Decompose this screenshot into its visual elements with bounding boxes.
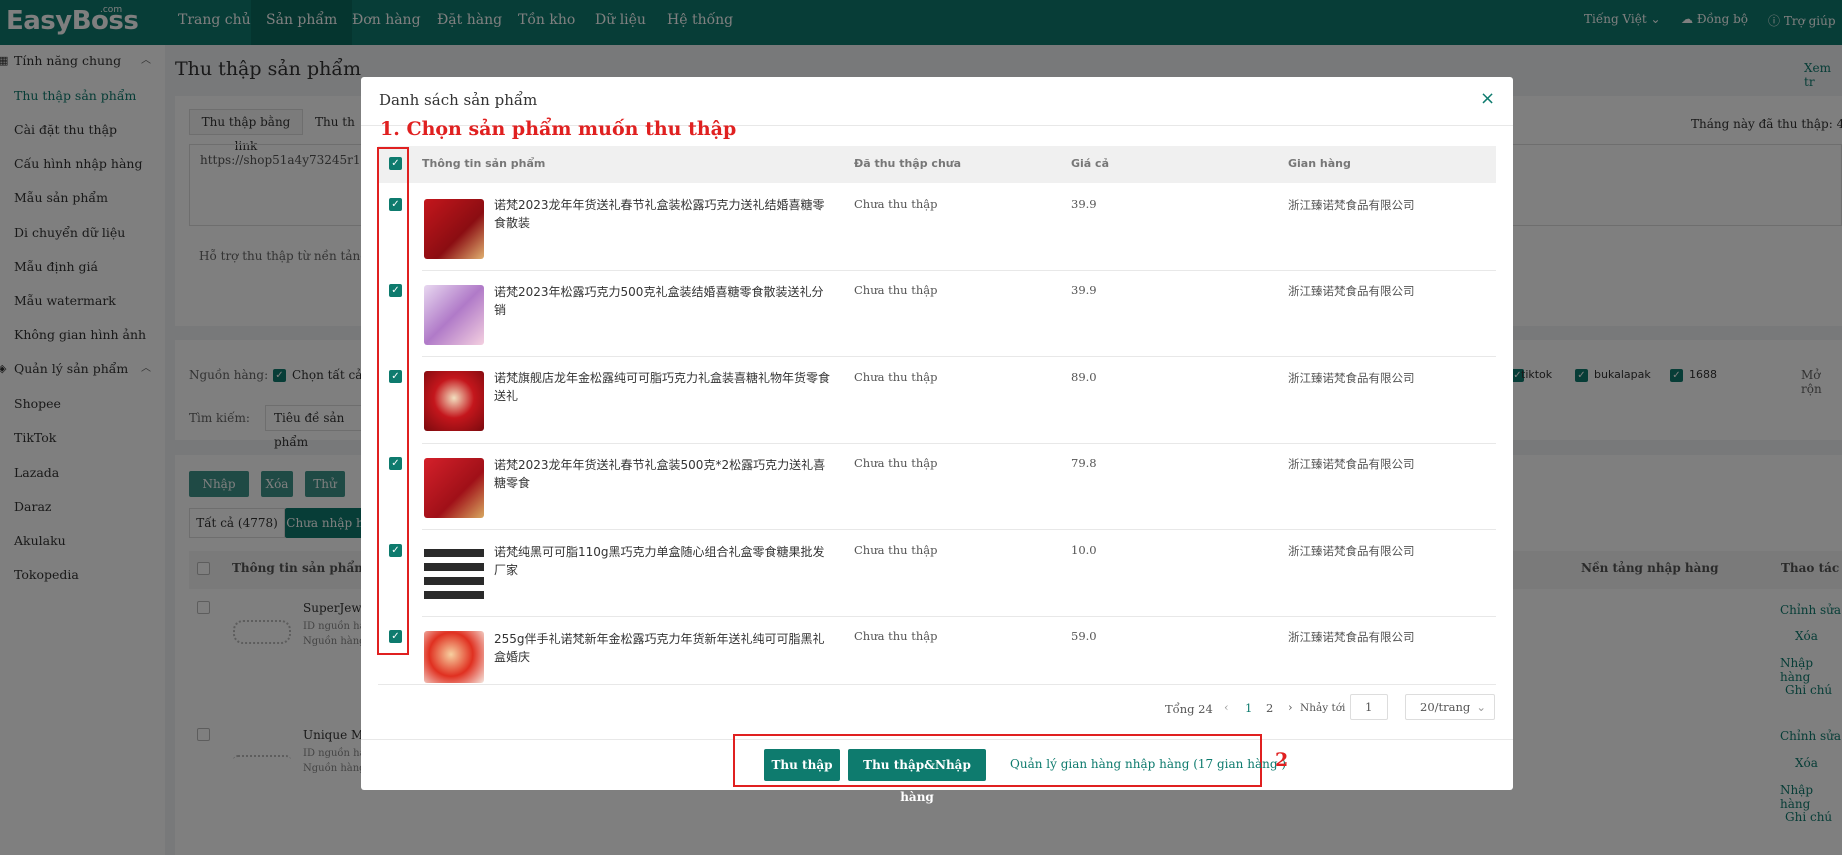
shop-name: 浙江臻诺梵食品有限公司 xyxy=(1288,544,1415,558)
annotation-step2: 2 xyxy=(1275,749,1289,771)
row-checkbox[interactable]: ✓ xyxy=(389,198,402,211)
shop-name: 浙江臻诺梵食品有限公司 xyxy=(1288,457,1415,471)
product-name[interactable]: 诺梵旗舰店龙年金松露纯可可脂巧克力礼盒装喜糖礼物年货零食送礼 xyxy=(494,369,834,405)
row-divider xyxy=(422,443,1496,444)
product-name[interactable]: 诺梵2023年松露巧克力500克礼盒装结婚喜糖零食散装送礼分销 xyxy=(494,283,834,319)
collected-status: Chưa thu thập xyxy=(854,197,938,211)
row-divider xyxy=(422,270,1496,271)
product-thumbnail xyxy=(424,631,484,683)
chevron-down-icon: ⌄ xyxy=(1476,700,1486,714)
product-thumbnail xyxy=(424,285,484,345)
chevron-right-icon[interactable]: › xyxy=(1288,700,1293,714)
col-shop: Gian hàng xyxy=(1288,157,1351,170)
collect-import-button[interactable]: Thu thập&Nhập hàng xyxy=(848,749,986,804)
product-name[interactable]: 诺梵2023龙年年货送礼春节礼盒装500克*2松露巧克力送礼喜糖零食 xyxy=(494,456,834,492)
page-2[interactable]: 2 xyxy=(1266,701,1273,715)
page-size-value: 20/trang xyxy=(1420,700,1471,714)
collected-status: Chưa thu thập xyxy=(854,370,938,384)
shop-name: 浙江臻诺梵食品有限公司 xyxy=(1288,371,1415,385)
annotation-step1: 1. Chọn sản phẩm muốn thu thập xyxy=(380,118,737,140)
row-divider xyxy=(422,529,1496,530)
collected-status: Chưa thu thập xyxy=(854,283,938,297)
close-icon[interactable]: × xyxy=(1480,88,1495,109)
chevron-left-icon[interactable]: ‹ xyxy=(1224,700,1229,714)
collected-status: Chưa thu thập xyxy=(854,543,938,557)
row-divider xyxy=(422,356,1496,357)
product-thumbnail xyxy=(424,199,484,259)
product-thumbnail xyxy=(424,371,484,431)
shop-name: 浙江臻诺梵食品有限公司 xyxy=(1288,284,1415,298)
page-size-select[interactable]: 20/trang ⌄ xyxy=(1405,694,1495,720)
collected-status: Chưa thu thập xyxy=(854,629,938,643)
modal-title: Danh sách sản phẩm xyxy=(379,91,538,109)
product-price: 10.0 xyxy=(1071,543,1097,557)
product-price: 89.0 xyxy=(1071,370,1097,384)
col-price: Giá cả xyxy=(1071,157,1109,170)
table-bottom-divider xyxy=(378,684,1496,685)
row-checkbox[interactable]: ✓ xyxy=(389,284,402,297)
annotation-box-checkboxes xyxy=(377,147,409,655)
product-price: 39.9 xyxy=(1071,197,1097,211)
shop-name: 浙江臻诺梵食品有限公司 xyxy=(1288,198,1415,212)
shop-name: 浙江臻诺梵食品有限公司 xyxy=(1288,630,1415,644)
product-name[interactable]: 诺梵纯黑可可脂110g黑巧克力单盒随心组合礼盒零食糖果批发厂家 xyxy=(494,543,834,579)
collect-button[interactable]: Thu thập xyxy=(764,749,840,781)
product-name[interactable]: 255g伴手礼诺梵新年金松露巧克力年货新年送礼纯可可脂黑礼盒婚庆 xyxy=(494,630,834,666)
product-price: 59.0 xyxy=(1071,629,1097,643)
pagination-total: Tổng 24 xyxy=(1165,702,1213,716)
row-checkbox[interactable]: ✓ xyxy=(389,630,402,643)
jump-input[interactable]: 1 xyxy=(1350,694,1388,720)
manage-shops-link[interactable]: Quản lý gian hàng nhập hàng (17 gian hàn… xyxy=(1010,757,1286,771)
product-price: 79.8 xyxy=(1071,456,1097,470)
col-product-info: Thông tin sản phẩm xyxy=(422,157,546,170)
collected-status: Chưa thu thập xyxy=(854,456,938,470)
row-checkbox[interactable]: ✓ xyxy=(389,544,402,557)
row-divider xyxy=(422,616,1496,617)
row-checkbox[interactable]: ✓ xyxy=(389,370,402,383)
row-checkbox[interactable]: ✓ xyxy=(389,457,402,470)
product-name[interactable]: 诺梵2023龙年年货送礼春节礼盒装松露巧克力送礼结婚喜糖零食散装 xyxy=(494,196,834,232)
product-price: 39.9 xyxy=(1071,283,1097,297)
product-thumbnail xyxy=(424,458,484,518)
col-collected: Đã thu thập chưa xyxy=(854,157,962,170)
jump-label: Nhảy tới xyxy=(1300,702,1346,714)
page-1[interactable]: 1 xyxy=(1245,701,1252,715)
product-thumbnail xyxy=(424,545,484,605)
